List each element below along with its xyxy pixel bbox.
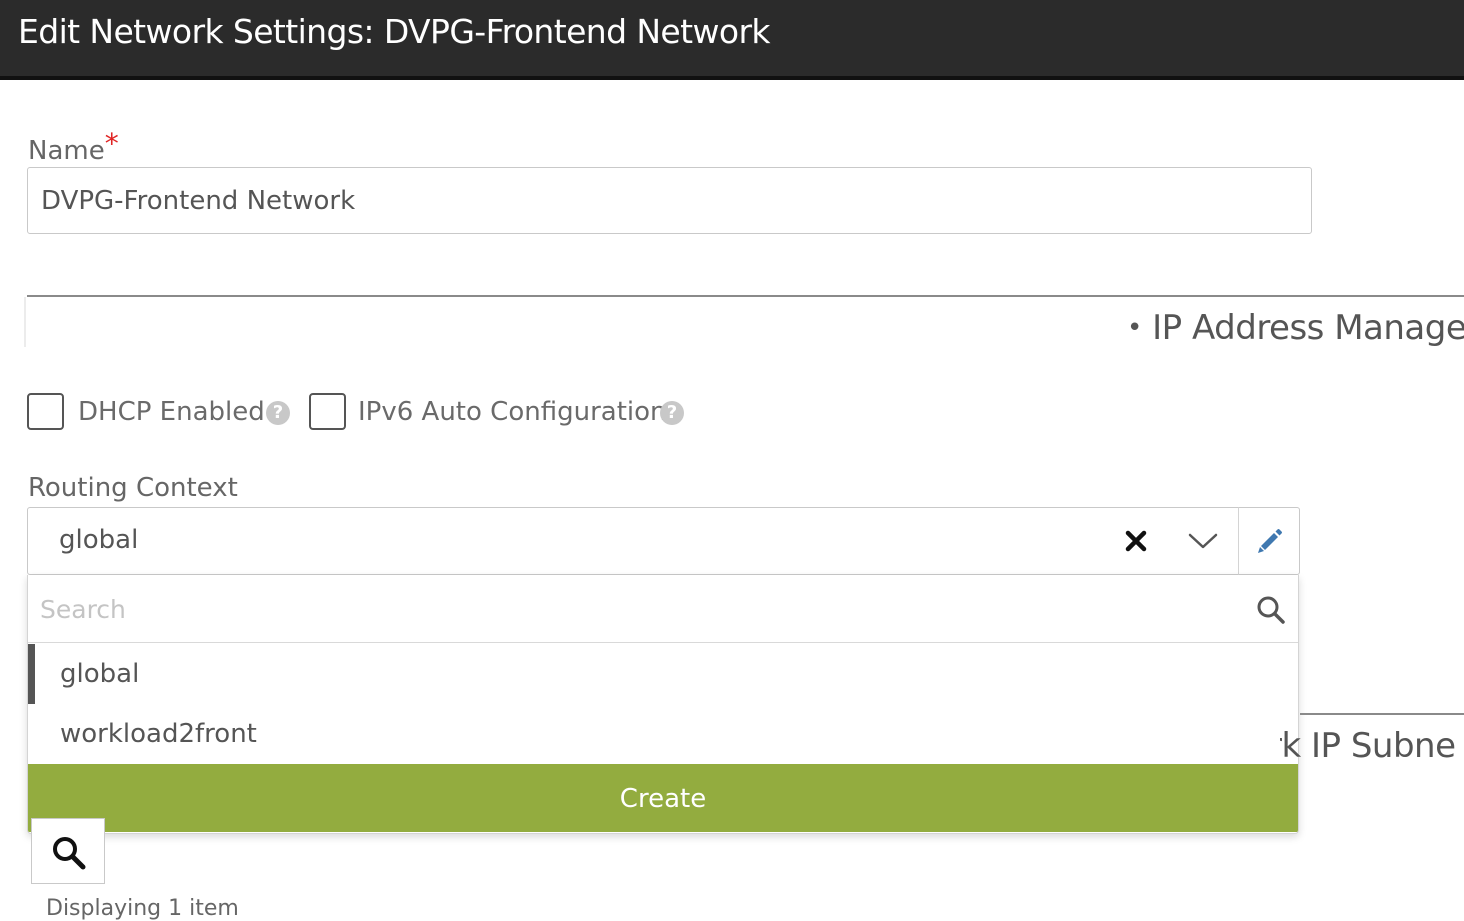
name-label-text: Name [28, 136, 105, 166]
name-input[interactable] [27, 167, 1312, 234]
routing-context-label: Routing Context [28, 473, 238, 503]
routing-context-select[interactable]: global [27, 507, 1239, 575]
clear-selection-icon[interactable] [1122, 521, 1154, 561]
edit-routing-context-button[interactable] [1238, 507, 1300, 575]
search-icon [53, 837, 86, 870]
dialog-header: Edit Network Settings: DVPG-Frontend Net… [0, 0, 1464, 80]
dropdown-option-global[interactable]: global [28, 644, 1298, 704]
section-title-text: IP Address Managen [1152, 308, 1464, 348]
table-search-button[interactable] [31, 818, 105, 884]
section-edge [24, 297, 26, 347]
subnet-section-title-text: rk IP Subne [1280, 726, 1456, 766]
pencil-icon [1258, 529, 1282, 553]
create-button[interactable]: Create [28, 764, 1298, 832]
ip-address-management-heading: • IP Address Managen [1127, 308, 1464, 348]
routing-context-dropdown: global workload2front Create [27, 575, 1299, 834]
section-bullet: • [1127, 313, 1142, 343]
required-marker: * [104, 127, 119, 160]
dialog-title: Edit Network Settings: DVPG-Frontend Net… [18, 12, 771, 51]
chevron-down-icon[interactable] [1186, 526, 1220, 556]
subnet-section-divider [1300, 713, 1464, 715]
name-label: Name* [28, 127, 119, 166]
dropdown-search-input[interactable] [38, 585, 1232, 633]
section-divider [27, 295, 1464, 297]
ipv6-auto-config-label: IPv6 Auto Configuration [358, 397, 667, 427]
dhcp-help-icon[interactable]: ? [266, 401, 290, 425]
subnet-section-heading: rk IP Subne [1280, 726, 1464, 766]
dropdown-option-workload2front[interactable]: workload2front [28, 704, 1298, 764]
ipv6-auto-config-checkbox[interactable] [309, 393, 346, 430]
dhcp-enabled-label: DHCP Enabled [78, 397, 265, 427]
dropdown-search-bar [28, 575, 1298, 643]
search-icon [1257, 596, 1285, 624]
display-count-text: Displaying 1 item [46, 896, 239, 921]
ipv6-help-icon[interactable]: ? [660, 401, 684, 425]
dhcp-enabled-checkbox[interactable] [27, 393, 64, 430]
routing-context-selected-value: global [59, 525, 139, 555]
